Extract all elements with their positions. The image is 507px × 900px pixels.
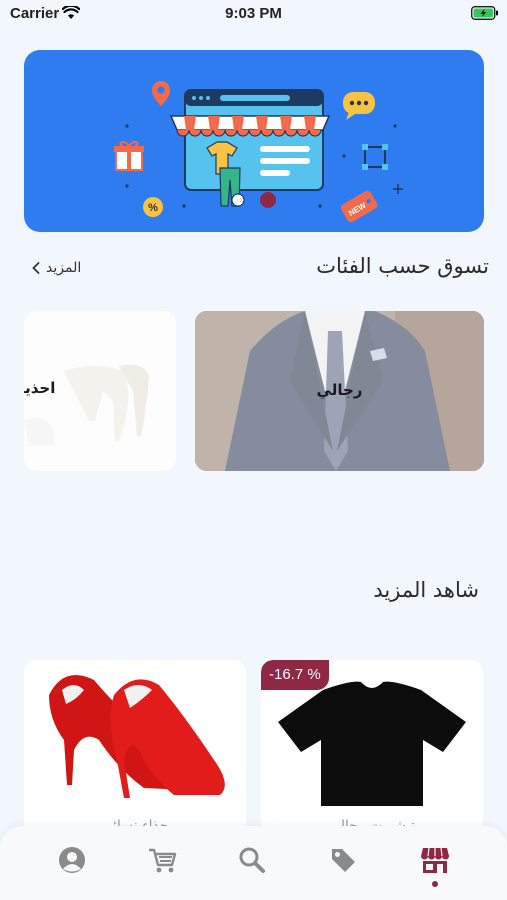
categories-title: تسوق حسب الفئات (316, 254, 489, 278)
store-icon (421, 847, 449, 873)
tab-store[interactable] (415, 840, 455, 880)
tab-cart[interactable] (142, 840, 182, 880)
promo-banner[interactable]: % NEW (24, 50, 484, 232)
clock: 9:03 PM (225, 5, 282, 22)
see-more-title: شاهد المزيد (373, 578, 479, 602)
status-bar: Carrier 9:03 PM (0, 0, 507, 30)
tab-profile[interactable] (52, 840, 92, 880)
tab-offers[interactable] (323, 840, 363, 880)
gift-icon (114, 140, 144, 171)
search-icon (239, 847, 265, 873)
see-more-link[interactable]: المزيد (32, 260, 81, 276)
selection-box-icon (362, 144, 388, 170)
awning (169, 115, 331, 137)
new-tag-icon: NEW (340, 190, 378, 223)
location-pin-icon (152, 81, 170, 106)
category-card-shoes[interactable]: احذية (24, 311, 176, 471)
active-tab-indicator (432, 881, 438, 887)
discount-badge: -16.7 % (261, 660, 329, 690)
category-label-men: رجالي (316, 381, 363, 399)
cart-icon (149, 848, 177, 873)
tag-icon (332, 849, 355, 872)
percent-coin-icon: % (143, 197, 163, 217)
see-more-label: المزيد (46, 260, 82, 276)
tab-search[interactable] (232, 840, 272, 880)
svg-text:%: % (148, 202, 158, 214)
category-label-shoes: احذية (24, 379, 56, 397)
profile-icon (59, 847, 85, 873)
tab-bar (0, 826, 507, 900)
online-store-illustration: % NEW (114, 81, 403, 223)
category-card-men[interactable]: رجالي (195, 311, 484, 471)
battery-charging-icon (471, 6, 498, 20)
chat-bubble-icon (343, 92, 375, 120)
chevron-left-icon (32, 262, 40, 274)
